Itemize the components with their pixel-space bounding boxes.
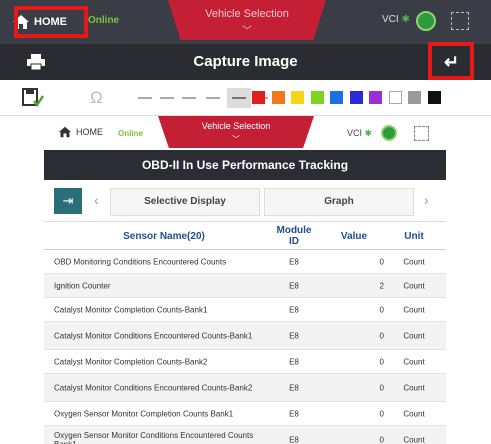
vci-status: VCI ✱ xyxy=(382,14,410,25)
bluetooth-icon: ✱ xyxy=(401,14,410,25)
inner-vehicle-selection-label: Vehicle Selection xyxy=(201,121,271,131)
bluetooth-icon: ✱ xyxy=(364,128,373,138)
unit-cell: Count xyxy=(403,257,425,266)
unit-cell: Count xyxy=(403,331,425,340)
value-cell: 0 xyxy=(379,435,384,444)
sensor-name-cell: Catalyst Monitor Completion Counts-Bank2 xyxy=(54,357,208,366)
color-swatch[interactable] xyxy=(330,91,343,104)
chevron-right-icon[interactable]: › xyxy=(424,192,429,208)
network-icon[interactable] xyxy=(416,11,436,31)
col-unit[interactable]: Unit xyxy=(392,231,436,242)
inner-top-bar: HOME Online Vehicle Selection ﹀ VCI ✱ xyxy=(44,116,446,150)
module-id-cell: E8 xyxy=(289,357,299,366)
captured-screen: HOME Online Vehicle Selection ﹀ VCI ✱ OB… xyxy=(44,116,446,444)
control-bar: ⇥ ‹ Selective Display Graph › xyxy=(44,180,446,222)
value-cell: 0 xyxy=(379,257,384,266)
home-icon xyxy=(59,126,71,138)
table-row[interactable]: Oxygen Sensor Monitor Completion Counts … xyxy=(44,402,446,426)
color-swatch[interactable] xyxy=(271,91,285,104)
table-row[interactable]: Ignition Counter E8 2 Count xyxy=(44,274,446,298)
table-row[interactable]: OBD Monitoring Conditions Encountered Co… xyxy=(44,250,446,274)
line-style-3[interactable] xyxy=(182,97,196,99)
drawing-toolbar: Ω xyxy=(0,80,491,116)
unit-cell: Count xyxy=(403,409,425,418)
save-icon[interactable] xyxy=(22,88,44,108)
table-row[interactable]: Catalyst Monitor Completion Counts-Bank1… xyxy=(44,298,446,322)
online-status: Online xyxy=(88,15,120,26)
sensor-name-cell: Ignition Counter xyxy=(54,281,111,290)
sensor-name-cell: Catalyst Monitor Conditions Encountered … xyxy=(54,383,253,392)
table-row[interactable]: Catalyst Monitor Conditions Encountered … xyxy=(44,374,446,402)
fullscreen-icon[interactable] xyxy=(451,12,469,30)
sensor-name-cell: Oxygen Sensor Monitor Conditions Encount… xyxy=(54,430,254,444)
value-cell: 0 xyxy=(379,383,384,392)
chevron-left-icon[interactable]: ‹ xyxy=(94,192,99,208)
col-module-id[interactable]: Module ID xyxy=(272,225,316,247)
fullscreen-icon[interactable] xyxy=(414,126,429,141)
col-sensor-name[interactable]: Sensor Name(20) xyxy=(64,231,264,242)
color-swatch[interactable] xyxy=(369,91,382,104)
chevron-down-icon: ﹀ xyxy=(242,26,252,37)
color-swatch[interactable] xyxy=(349,91,363,104)
color-swatch[interactable] xyxy=(427,91,441,104)
line-style-2[interactable] xyxy=(160,97,174,99)
highlight-home xyxy=(14,6,88,38)
sensor-name-cell: Catalyst Monitor Conditions Encountered … xyxy=(54,331,253,340)
color-swatch[interactable] xyxy=(388,91,402,104)
network-icon[interactable] xyxy=(381,125,397,141)
inner-home-label: HOME xyxy=(76,127,103,137)
value-cell: 2 xyxy=(379,281,384,290)
vehicle-selection-tab[interactable]: Vehicle Selection ﹀ xyxy=(168,0,326,40)
inner-vci-status: VCI ✱ xyxy=(347,128,373,138)
unit-cell: Count xyxy=(403,281,425,290)
table-header: Sensor Name(20) Module ID Value Unit xyxy=(44,222,446,250)
module-id-cell: E8 xyxy=(289,409,299,418)
highlight-return xyxy=(428,42,474,80)
sensor-name-cell: Oxygen Sensor Monitor Completion Counts … xyxy=(54,409,234,418)
sensor-name-cell: OBD Monitoring Conditions Encountered Co… xyxy=(54,257,227,266)
line-style-1[interactable] xyxy=(138,97,152,99)
color-swatch[interactable] xyxy=(310,91,324,104)
tab-graph[interactable]: Graph xyxy=(264,188,414,216)
table-body: OBD Monitoring Conditions Encountered Co… xyxy=(44,250,446,444)
color-swatch[interactable] xyxy=(252,91,265,104)
module-id-cell: E8 xyxy=(289,331,299,340)
module-id-cell: E8 xyxy=(289,305,299,314)
unit-cell: Count xyxy=(403,435,425,444)
lasso-icon[interactable]: Ω xyxy=(90,88,103,108)
unit-cell: Count xyxy=(403,357,425,366)
inner-online-status: Online xyxy=(118,129,143,138)
vehicle-selection-label: Vehicle Selection xyxy=(205,8,289,20)
module-id-cell: E8 xyxy=(289,383,299,392)
page-title: OBD-II In Use Performance Tracking xyxy=(44,150,446,180)
exit-icon[interactable]: ⇥ xyxy=(54,188,82,214)
color-swatch[interactable] xyxy=(291,91,304,104)
col-value[interactable]: Value xyxy=(324,231,384,242)
value-cell: 0 xyxy=(379,331,384,340)
table-row[interactable]: Oxygen Sensor Monitor Conditions Encount… xyxy=(44,426,446,444)
capture-header: Capture Image ↵ xyxy=(0,44,491,80)
inner-vehicle-selection-tab[interactable]: Vehicle Selection ﹀ xyxy=(158,116,314,148)
line-style-selected[interactable] xyxy=(227,88,251,108)
table-row[interactable]: Catalyst Monitor Completion Counts-Bank2… xyxy=(44,350,446,374)
table-row[interactable]: Catalyst Monitor Conditions Encountered … xyxy=(44,322,446,350)
tab-selective-display[interactable]: Selective Display xyxy=(110,188,260,216)
capture-title: Capture Image xyxy=(193,53,298,70)
module-id-cell: E8 xyxy=(289,281,299,290)
color-swatch[interactable] xyxy=(408,91,421,104)
module-id-cell: E8 xyxy=(289,257,299,266)
unit-cell: Count xyxy=(403,305,425,314)
inner-home-button[interactable]: HOME xyxy=(58,126,103,138)
chevron-down-icon: ﹀ xyxy=(232,135,240,144)
line-style-4[interactable] xyxy=(206,97,220,99)
value-cell: 0 xyxy=(379,357,384,366)
sensor-name-cell: Catalyst Monitor Completion Counts-Bank1 xyxy=(54,305,208,314)
value-cell: 0 xyxy=(379,305,384,314)
unit-cell: Count xyxy=(403,383,425,392)
module-id-cell: E8 xyxy=(289,435,299,444)
value-cell: 0 xyxy=(379,409,384,418)
